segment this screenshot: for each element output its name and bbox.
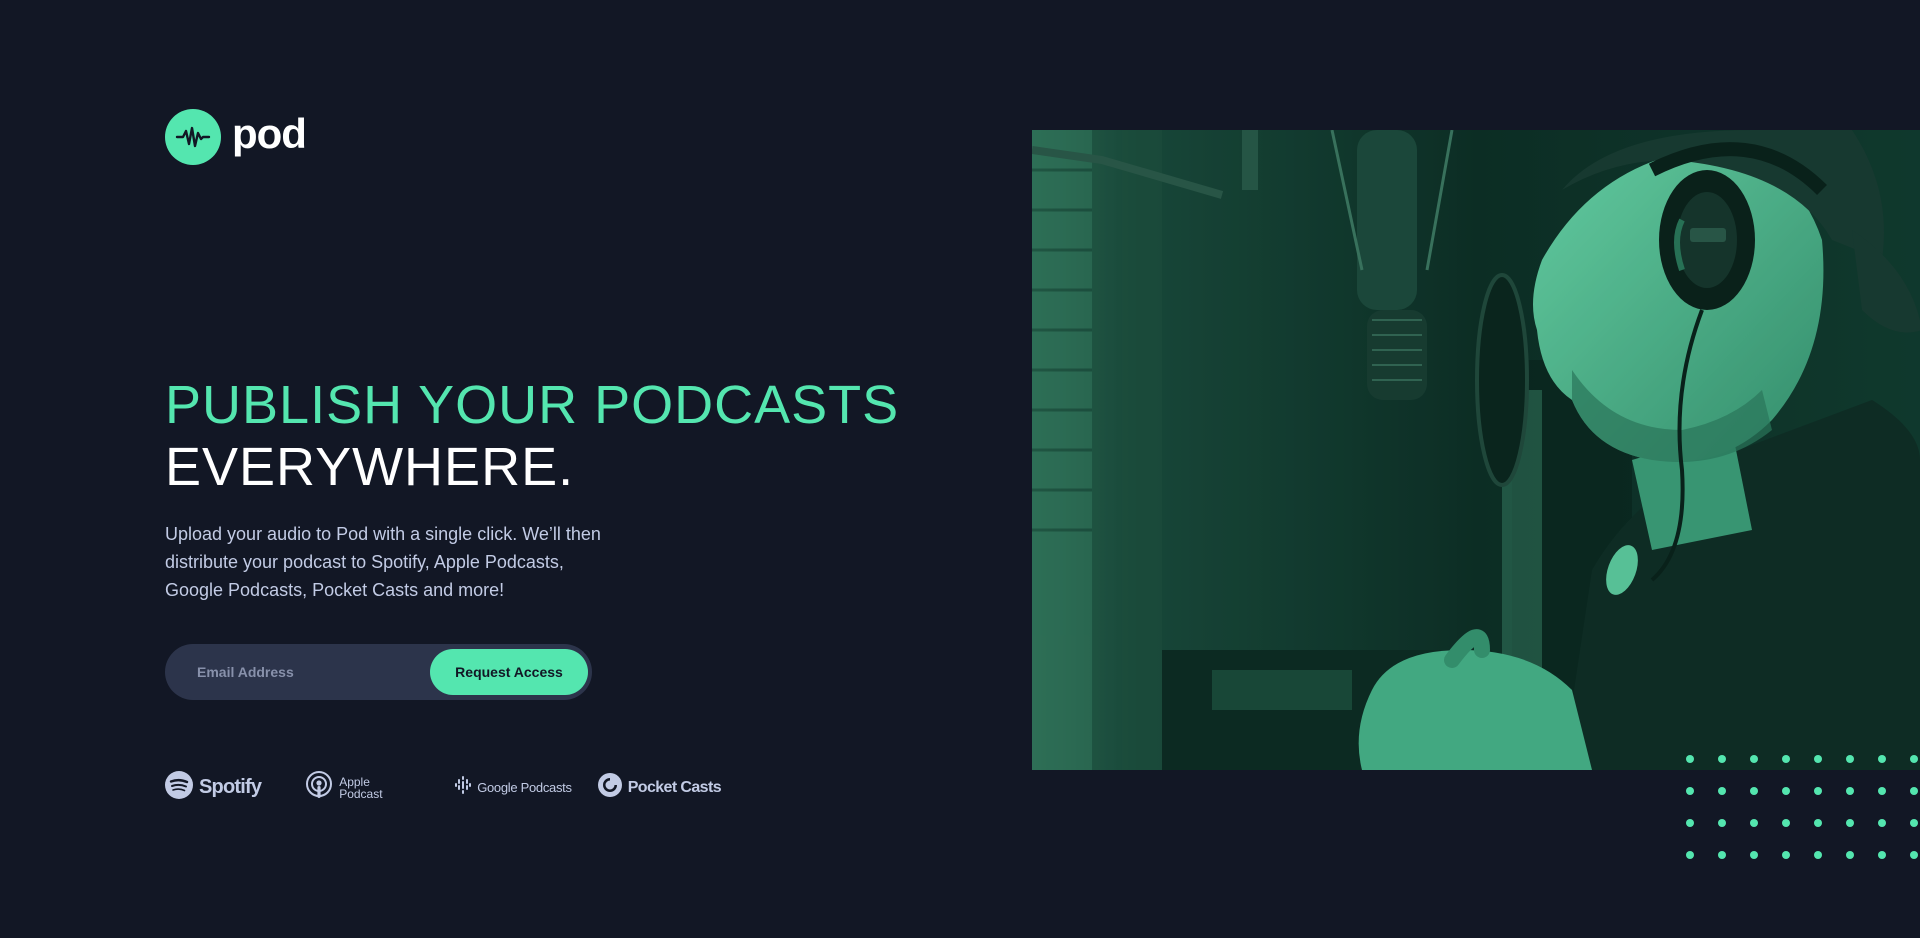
dot — [1878, 755, 1886, 763]
dot — [1846, 819, 1854, 827]
dot — [1782, 819, 1790, 827]
platform-name: Pocket Casts — [627, 778, 722, 796]
platform-name: Apple Podcast — [339, 774, 383, 801]
platform-name: Spotify — [199, 776, 262, 798]
email-field[interactable] — [197, 664, 397, 680]
google-podcasts-icon — [455, 776, 472, 799]
spotify-icon — [165, 771, 193, 804]
decorative-dot-grid — [1686, 755, 1918, 859]
dot — [1878, 851, 1886, 859]
dot — [1750, 755, 1758, 763]
pocket-casts-icon — [597, 773, 622, 802]
dot — [1686, 819, 1694, 827]
dot — [1782, 755, 1790, 763]
dot — [1910, 819, 1918, 827]
waveform-icon — [165, 109, 221, 165]
dot — [1718, 819, 1726, 827]
dot — [1846, 851, 1854, 859]
headline-light: EVERYWHERE. — [165, 437, 575, 497]
apple-podcast-icon — [305, 770, 333, 805]
dot — [1686, 851, 1694, 859]
dot — [1782, 787, 1790, 795]
request-access-button[interactable]: Request Access — [430, 649, 588, 695]
dot — [1718, 851, 1726, 859]
dot — [1718, 787, 1726, 795]
headline-accent: PUBLISH YOUR PODCASTS — [165, 375, 900, 435]
dot — [1814, 787, 1822, 795]
dot — [1718, 755, 1726, 763]
dot — [1750, 787, 1758, 795]
dot — [1846, 755, 1854, 763]
dot — [1814, 851, 1822, 859]
request-access-form: Request Access — [165, 644, 592, 700]
dot — [1910, 787, 1918, 795]
dot — [1782, 851, 1790, 859]
dot — [1878, 787, 1886, 795]
dot — [1750, 851, 1758, 859]
dot — [1814, 819, 1822, 827]
dot — [1846, 787, 1854, 795]
platform-logos: Spotify Apple Podcast Google Podcasts Po… — [165, 770, 722, 805]
platform-spotify: Spotify — [165, 771, 262, 804]
logo[interactable]: pod — [165, 109, 307, 165]
logo-wordmark: pod — [232, 110, 307, 157]
dot — [1910, 755, 1918, 763]
dot — [1910, 851, 1918, 859]
dot — [1750, 819, 1758, 827]
hero-image — [1032, 130, 1920, 770]
hero-headline: PUBLISH YOUR PODCASTS EVERYWHERE. — [165, 374, 899, 498]
platform-google-podcasts: Google Podcasts — [455, 776, 572, 799]
landing-page: pod PUBLISH YOUR PODCASTS EVERYWHERE. Up… — [0, 0, 1920, 938]
platform-name: Google Podcasts — [477, 780, 572, 795]
dot — [1878, 819, 1886, 827]
hero-description: Upload your audio to Pod with a single c… — [165, 524, 601, 600]
platform-apple-podcast: Apple Podcast — [305, 770, 395, 805]
dot — [1814, 755, 1822, 763]
dot — [1686, 787, 1694, 795]
dot — [1686, 755, 1694, 763]
platform-pocket-casts: Pocket Casts — [597, 773, 722, 802]
